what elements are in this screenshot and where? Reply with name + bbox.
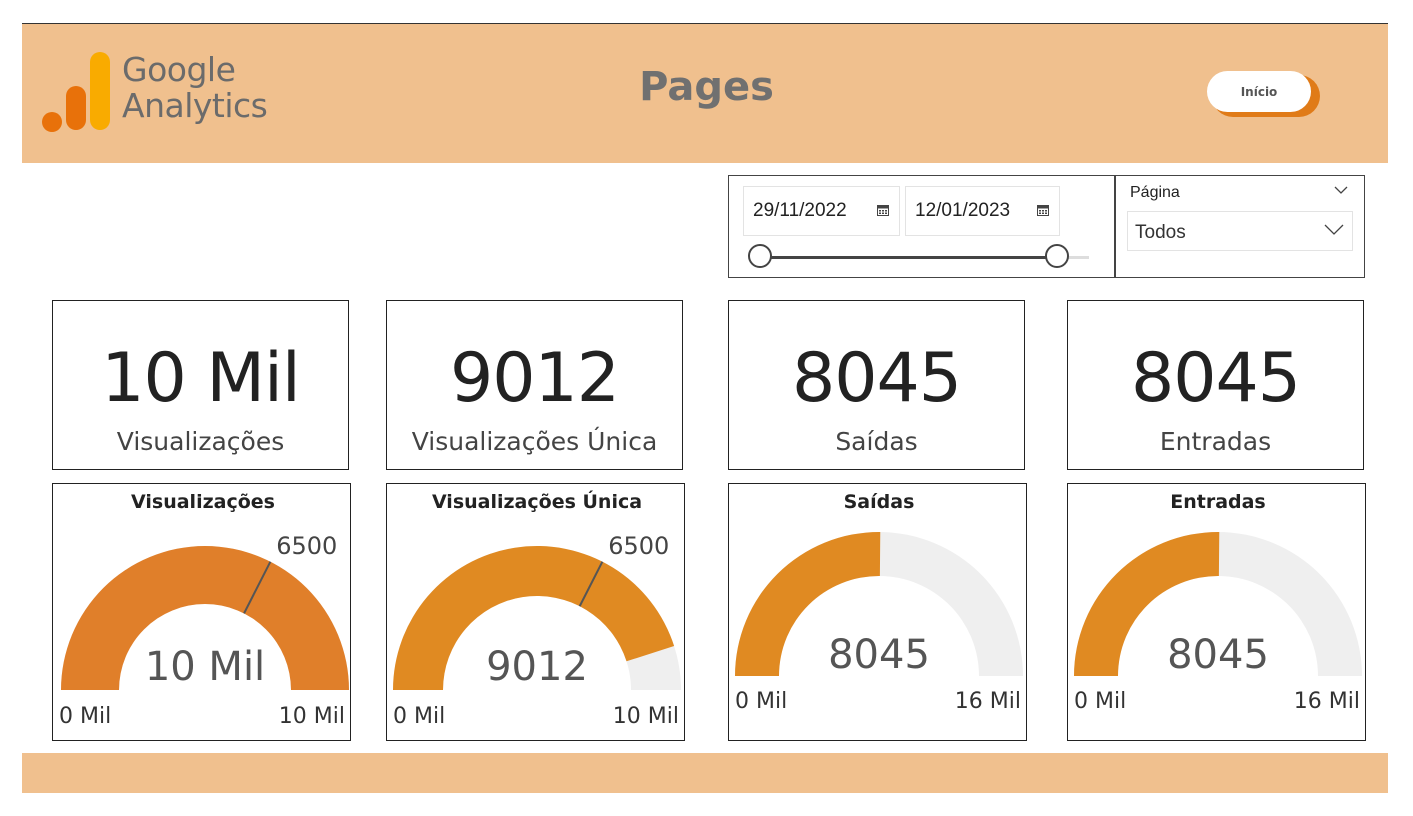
kpi-value: 8045: [1130, 339, 1301, 418]
page-dropdown-value: Todos: [1135, 222, 1186, 243]
page-title: Pages: [639, 64, 774, 110]
kpi-card-visualizacoes-unica: 9012 Visualizações Única: [386, 300, 683, 470]
end-date-value: 12/01/2023: [915, 200, 1011, 221]
gauge-svg: Entradas 8045 0 Mil 16 Mil: [1074, 491, 1362, 714]
gauge-visualizacoes-unica: Visualizações Única 6500 9012 0 Mil 10 Mil: [386, 483, 685, 741]
kpi-card-visualizacoes: 10 Mil Visualizações: [52, 300, 349, 470]
page-dropdown[interactable]: Todos: [1127, 211, 1353, 251]
kpi-label: Visualizações Única: [411, 427, 658, 456]
kpi-card-saidas: 8045 Saídas: [728, 300, 1025, 470]
gauge-title: Saídas: [844, 491, 915, 513]
gauge-svg: Visualizações6500 10 Mil 0 Mil 10 Mil: [59, 491, 349, 729]
gauge-visualizacoes: Visualizações 6500 10 Mil 0 Mil 10 Mil: [52, 483, 351, 741]
calendar-icon[interactable]: [877, 205, 889, 216]
gauge-min-label: 0 Mil: [59, 704, 111, 729]
kpi-label: Saídas: [835, 427, 918, 456]
kpi-value: 10 Mil: [101, 339, 301, 418]
gauge-svg: Saídas 8045 0 Mil 16 Mil: [735, 491, 1023, 714]
date-range-slicer: 29/11/2022 12/01/2023: [728, 175, 1115, 278]
gauge-min-label: 0 Mil: [393, 704, 445, 729]
kpi-value: 8045: [791, 339, 962, 418]
footer-banner: [22, 753, 1388, 793]
date-slider-start-handle[interactable]: [748, 244, 772, 268]
date-slider-track[interactable]: [761, 256, 1057, 259]
gauge-value: 10 Mil: [145, 644, 265, 690]
gauge-entradas: Entradas 8045 0 Mil 16 Mil: [1067, 483, 1366, 741]
start-date-value: 29/11/2022: [753, 200, 847, 221]
gauge-title: Visualizações: [131, 491, 275, 513]
gauge-min-label: 0 Mil: [1074, 689, 1126, 714]
end-date-input[interactable]: 12/01/2023: [905, 186, 1060, 236]
kpi-card-entradas: 8045 Entradas: [1067, 300, 1364, 470]
chevron-down-icon[interactable]: [1324, 224, 1344, 236]
gauge-target-label: 6500: [276, 532, 337, 560]
gauge-max-label: 10 Mil: [279, 704, 345, 729]
gauge-max-label: 16 Mil: [955, 689, 1021, 714]
gauge-value: 8045: [1167, 632, 1269, 678]
kpi-label: Entradas: [1159, 427, 1272, 456]
chevron-down-icon[interactable]: [1334, 186, 1348, 195]
gauge-max-label: 10 Mil: [613, 704, 679, 729]
start-date-input[interactable]: 29/11/2022: [743, 186, 900, 236]
gauge-svg: Visualizações Única 6500 9012 0 Mil 10 Mil: [393, 489, 681, 729]
page-slicer-label: Página: [1130, 184, 1180, 201]
kpi-value: 9012: [449, 339, 620, 418]
gauge-target-label: 6500: [608, 532, 669, 560]
gauge-title: Entradas: [1170, 491, 1266, 513]
home-button[interactable]: Início: [1207, 71, 1311, 112]
gauge-min-label: 0 Mil: [735, 689, 787, 714]
date-slider-end-handle[interactable]: [1045, 244, 1069, 268]
page-slicer: Página Todos: [1114, 175, 1365, 278]
gauge-max-label: 16 Mil: [1294, 689, 1360, 714]
calendar-icon[interactable]: [1037, 205, 1049, 216]
kpi-label: Visualizações: [116, 427, 285, 456]
gauge-title: Visualizações Única: [432, 489, 642, 513]
gauge-value: 9012: [486, 644, 588, 690]
gauge-value: 8045: [828, 632, 930, 678]
gauge-saidas: Saídas 8045 0 Mil 16 Mil: [728, 483, 1027, 741]
